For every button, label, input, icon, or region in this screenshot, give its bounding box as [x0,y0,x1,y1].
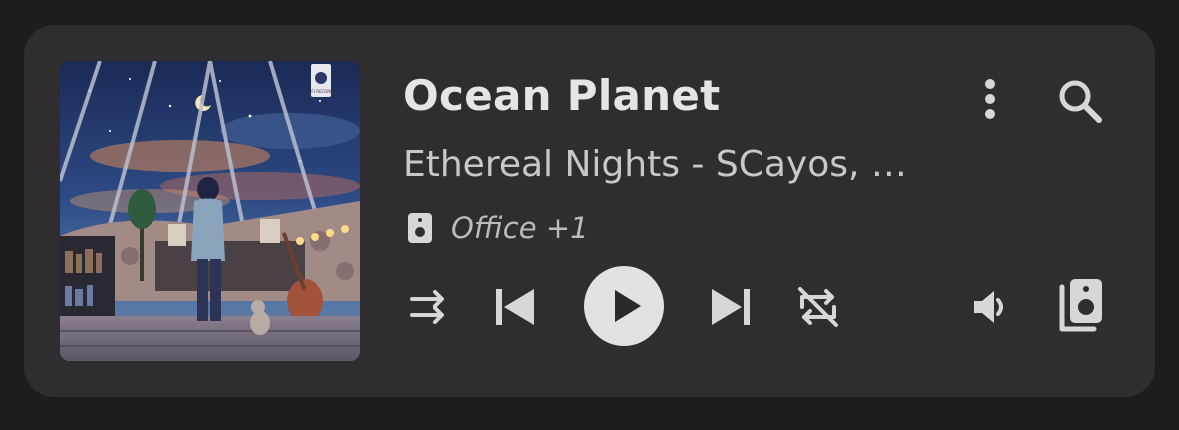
more-vert-icon [985,79,995,119]
volume-button[interactable] [970,287,1010,327]
repeat-button[interactable] [794,283,842,331]
search-button[interactable] [1056,77,1104,125]
shuffle-button[interactable] [408,287,448,327]
track-title: Ocean Planet [403,71,721,120]
album-art-badge: LOFI RECORDS [306,89,336,94]
shuffle-icon [410,290,444,324]
speaker-icon [408,213,432,243]
search-icon [1059,80,1102,123]
more-options-button[interactable] [974,77,1006,121]
album-art-illustration: LOFI RECORDS [60,61,360,361]
speaker-group-button[interactable] [1056,277,1104,335]
output-device[interactable]: Office +1 [407,208,589,248]
skip-next-icon [712,289,750,325]
skip-previous-icon [496,289,534,325]
repeat-off-icon [798,287,838,327]
play-button[interactable] [583,265,665,347]
speaker-group-icon [1059,279,1102,332]
media-player-card: LOFI RECORDS Ocean Planet Ethereal Night… [24,25,1155,397]
next-button[interactable] [710,285,752,329]
track-subtitle: Ethereal Nights - SCayos, … [403,144,907,185]
previous-button[interactable] [494,285,536,329]
play-icon [584,266,664,346]
album-art[interactable]: LOFI RECORDS [60,61,360,361]
output-device-label: Office +1 [451,211,589,245]
volume-icon [974,291,1003,323]
